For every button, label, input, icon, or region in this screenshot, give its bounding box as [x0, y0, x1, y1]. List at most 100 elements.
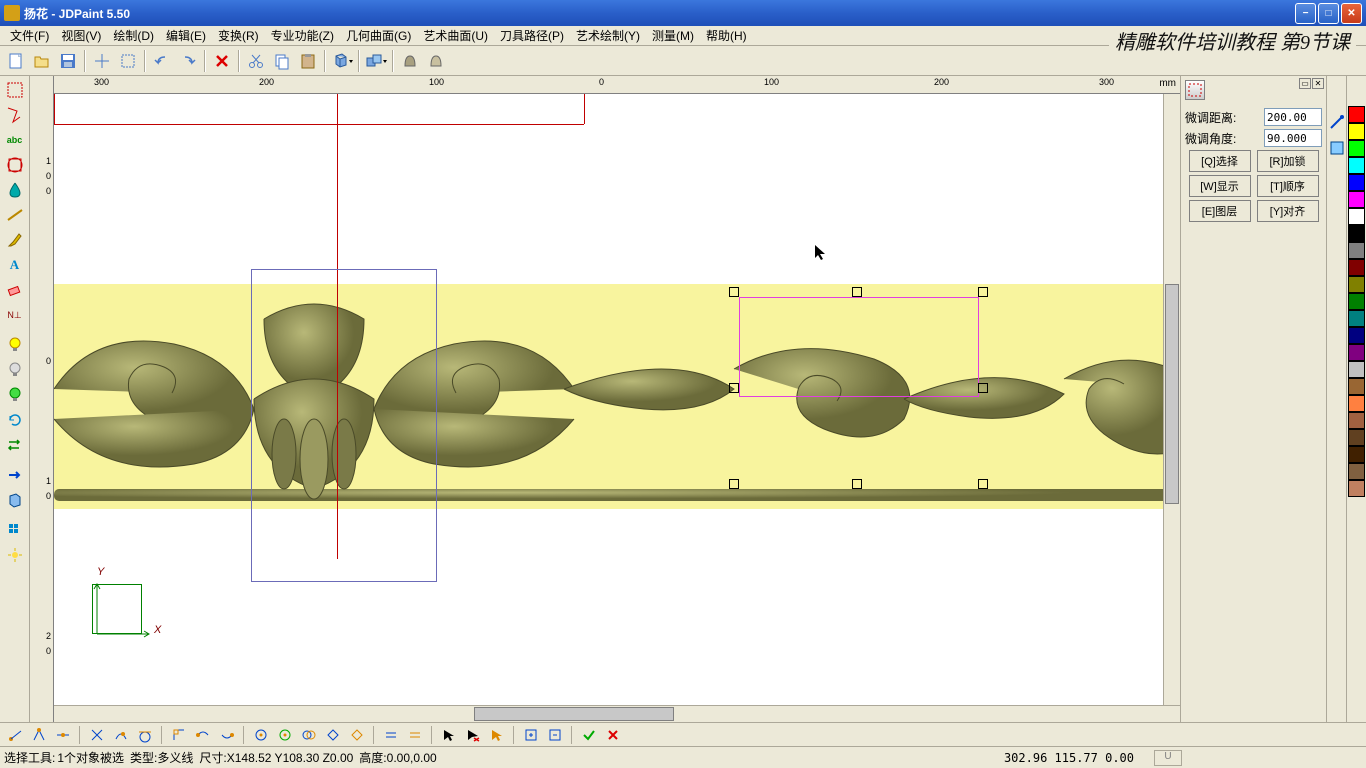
- t-order-button[interactable]: [T]顺序: [1257, 175, 1319, 197]
- menu-pro[interactable]: 专业功能(Z): [265, 25, 340, 46]
- color-swatch[interactable]: [1348, 480, 1365, 497]
- snap-cen2[interactable]: [274, 725, 296, 745]
- scrollbar-thumb[interactable]: [474, 707, 674, 721]
- render1-button[interactable]: [398, 49, 422, 73]
- snap-quad3[interactable]: [322, 725, 344, 745]
- color-swatch[interactable]: [1348, 344, 1365, 361]
- color-swatch[interactable]: [1348, 191, 1365, 208]
- tool-select-poly[interactable]: [3, 103, 27, 127]
- snap-quad1[interactable]: [192, 725, 214, 745]
- menu-geom[interactable]: 几何曲面(G): [340, 25, 417, 46]
- y-align-button[interactable]: [Y]对齐: [1257, 200, 1319, 222]
- nudge-distance-input[interactable]: [1264, 108, 1322, 126]
- color-swatch[interactable]: [1348, 259, 1365, 276]
- snap-near[interactable]: [110, 725, 132, 745]
- tool-text-A[interactable]: A: [3, 253, 27, 277]
- color-swatch[interactable]: [1348, 140, 1365, 157]
- minimize-button[interactable]: −: [1295, 3, 1316, 24]
- menu-view[interactable]: 视图(V): [55, 25, 107, 46]
- open-button[interactable]: [30, 49, 54, 73]
- color-swatch[interactable]: [1348, 242, 1365, 259]
- selection-handle[interactable]: [978, 479, 988, 489]
- menu-artsurf[interactable]: 艺术曲面(U): [417, 25, 494, 46]
- canvas[interactable]: Y X: [54, 94, 1163, 705]
- selection-handle[interactable]: [978, 383, 988, 393]
- new-button[interactable]: [4, 49, 28, 73]
- tool-paint-drop[interactable]: [3, 178, 27, 202]
- color-swatch[interactable]: [1348, 174, 1365, 191]
- vertical-scrollbar[interactable]: [1163, 94, 1180, 705]
- snap-ok[interactable]: [578, 725, 600, 745]
- selection-mode-icon[interactable]: [1185, 80, 1205, 100]
- tool-spark[interactable]: [3, 543, 27, 567]
- close-button[interactable]: ✕: [1341, 3, 1362, 24]
- marquee-button[interactable]: [116, 49, 140, 73]
- menu-file[interactable]: 文件(F): [4, 25, 55, 46]
- snap-mid[interactable]: [52, 725, 74, 745]
- palette-tool-2[interactable]: [1325, 136, 1349, 160]
- snap-quad4[interactable]: [346, 725, 368, 745]
- menu-artdraw[interactable]: 艺术绘制(Y): [570, 25, 646, 46]
- color-swatch[interactable]: [1348, 225, 1365, 242]
- maximize-button[interactable]: □: [1318, 3, 1339, 24]
- color-swatch[interactable]: [1348, 429, 1365, 446]
- menu-draw[interactable]: 绘制(D): [107, 25, 160, 46]
- panel-close-icon[interactable]: ✕: [1312, 78, 1324, 89]
- w-display-button[interactable]: [W]显示: [1189, 175, 1251, 197]
- tool-snap[interactable]: N⊥: [3, 303, 27, 327]
- snap-cursor1[interactable]: [438, 725, 460, 745]
- tool-bulb-on[interactable]: [3, 333, 27, 357]
- color-swatch[interactable]: [1348, 395, 1365, 412]
- paste-button[interactable]: [296, 49, 320, 73]
- tool-bulb-green[interactable]: [3, 383, 27, 407]
- snap-endpoint[interactable]: [4, 725, 26, 745]
- snap-x[interactable]: [86, 725, 108, 745]
- tool-line[interactable]: [3, 203, 27, 227]
- panel-pin-icon[interactable]: ▭: [1299, 78, 1311, 89]
- snap-para2[interactable]: [404, 725, 426, 745]
- snap-tan[interactable]: [134, 725, 156, 745]
- tool-layer-circle[interactable]: [3, 153, 27, 177]
- save-button[interactable]: [56, 49, 80, 73]
- menu-help[interactable]: 帮助(H): [700, 25, 753, 46]
- e-layer-button[interactable]: [E]图层: [1189, 200, 1251, 222]
- nudge-angle-input[interactable]: [1264, 129, 1322, 147]
- horizontal-scrollbar[interactable]: [54, 705, 1180, 722]
- cube-dropdown[interactable]: [330, 49, 354, 73]
- color-swatch[interactable]: [1348, 157, 1365, 174]
- render2-button[interactable]: [424, 49, 448, 73]
- palette-tool-1[interactable]: [1325, 110, 1349, 134]
- color-swatch[interactable]: [1348, 446, 1365, 463]
- tool-select-rect[interactable]: [3, 78, 27, 102]
- color-swatch[interactable]: [1348, 412, 1365, 429]
- color-swatch[interactable]: [1348, 106, 1365, 123]
- tool-bulb-off[interactable]: [3, 358, 27, 382]
- color-swatch[interactable]: [1348, 310, 1365, 327]
- color-swatch[interactable]: [1348, 378, 1365, 395]
- color-swatch[interactable]: [1348, 463, 1365, 480]
- selection-handle[interactable]: [729, 479, 739, 489]
- selection-handle[interactable]: [852, 287, 862, 297]
- snap-cen1[interactable]: [250, 725, 272, 745]
- scrollbar-thumb[interactable]: [1165, 284, 1179, 504]
- undo-button[interactable]: [150, 49, 174, 73]
- snap-cancel[interactable]: [602, 725, 624, 745]
- tool-refresh[interactable]: [3, 408, 27, 432]
- color-swatch[interactable]: [1348, 123, 1365, 140]
- snap-quad2[interactable]: [216, 725, 238, 745]
- selection-handle[interactable]: [852, 479, 862, 489]
- color-swatch[interactable]: [1348, 293, 1365, 310]
- tool-grid[interactable]: [3, 518, 27, 542]
- menu-toolpath[interactable]: 刀具路径(P): [494, 25, 570, 46]
- snap-zoom2[interactable]: [544, 725, 566, 745]
- snap-node[interactable]: [28, 725, 50, 745]
- delete-button[interactable]: [210, 49, 234, 73]
- tool-erase[interactable]: [3, 278, 27, 302]
- r-lock-button[interactable]: [R]加锁: [1257, 150, 1319, 172]
- snap-zoom1[interactable]: [520, 725, 542, 745]
- selection-handle[interactable]: [729, 383, 739, 393]
- tool-arrow[interactable]: [3, 463, 27, 487]
- color-swatch[interactable]: [1348, 327, 1365, 344]
- menu-transform[interactable]: 变换(R): [212, 25, 265, 46]
- copy-button[interactable]: [270, 49, 294, 73]
